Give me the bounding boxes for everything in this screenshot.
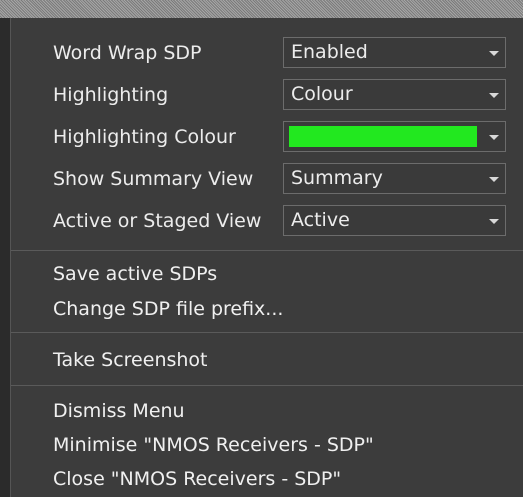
- close-window-item[interactable]: Close "NMOS Receivers - SDP": [53, 463, 341, 495]
- highlighting-colour-row: Highlighting Colour: [11, 117, 523, 157]
- menu-divider: [11, 332, 523, 333]
- summary-view-row: Show Summary View Summary: [11, 159, 523, 199]
- window-background-strip: [0, 0, 523, 18]
- chevron-down-icon: [489, 177, 499, 182]
- highlighting-select[interactable]: Colour: [283, 79, 506, 110]
- chevron-down-icon: [489, 135, 499, 140]
- chevron-down-icon: [489, 51, 499, 56]
- word-wrap-select[interactable]: Enabled: [283, 37, 506, 68]
- word-wrap-row: Word Wrap SDP Enabled: [11, 33, 523, 73]
- highlighting-value: Colour: [291, 83, 353, 105]
- summary-view-label: Show Summary View: [53, 168, 254, 190]
- active-staged-value: Active: [291, 209, 350, 231]
- highlighting-colour-select[interactable]: [283, 121, 506, 152]
- word-wrap-label: Word Wrap SDP: [53, 42, 202, 64]
- highlighting-label: Highlighting: [53, 84, 169, 106]
- take-screenshot-item[interactable]: Take Screenshot: [53, 344, 208, 376]
- active-staged-label: Active or Staged View: [53, 210, 262, 232]
- dismiss-menu-item[interactable]: Dismiss Menu: [53, 395, 185, 427]
- save-active-sdps-item[interactable]: Save active SDPs: [53, 258, 217, 290]
- highlighting-colour-label: Highlighting Colour: [53, 126, 236, 148]
- highlighting-row: Highlighting Colour: [11, 75, 523, 115]
- summary-view-value: Summary: [291, 167, 383, 189]
- word-wrap-value: Enabled: [291, 41, 368, 63]
- change-sdp-prefix-item[interactable]: Change SDP file prefix...: [53, 293, 283, 325]
- minimise-window-item[interactable]: Minimise "NMOS Receivers - SDP": [53, 429, 374, 461]
- colour-swatch: [289, 126, 477, 147]
- chevron-down-icon: [489, 93, 499, 98]
- summary-view-select[interactable]: Summary: [283, 163, 506, 194]
- active-staged-row: Active or Staged View Active: [11, 201, 523, 241]
- chevron-down-icon: [489, 219, 499, 224]
- active-staged-select[interactable]: Active: [283, 205, 506, 236]
- context-menu: Word Wrap SDP Enabled Highlighting Colou…: [10, 18, 523, 497]
- menu-divider: [11, 250, 523, 251]
- menu-divider: [11, 385, 523, 386]
